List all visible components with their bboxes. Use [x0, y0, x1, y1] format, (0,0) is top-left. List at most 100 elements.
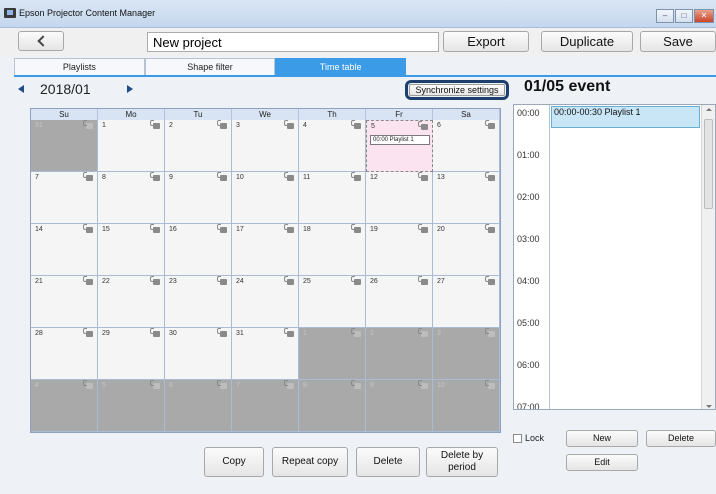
edit-event-button[interactable]: Edit — [566, 454, 638, 471]
calendar-day[interactable]: 8 — [98, 172, 165, 224]
lock-icon[interactable] — [485, 120, 495, 129]
duplicate-button[interactable]: Duplicate — [541, 31, 633, 52]
copy-button[interactable]: Copy — [204, 447, 264, 477]
delete-event-button[interactable]: Delete — [646, 430, 716, 447]
calendar-day[interactable]: 11 — [299, 172, 366, 224]
delete-by-period-button[interactable]: Delete by period — [426, 447, 498, 477]
calendar-day[interactable]: 5 00:00 Playlist 1 — [366, 120, 433, 172]
lock-icon[interactable] — [150, 276, 160, 285]
lock-icon[interactable] — [217, 224, 227, 233]
scroll-down-icon[interactable] — [706, 405, 712, 408]
calendar-day[interactable]: 7 — [31, 172, 98, 224]
synchronize-settings-button[interactable]: Synchronize settings — [409, 84, 505, 96]
next-month-icon[interactable] — [127, 85, 133, 93]
calendar-day[interactable]: 1 — [299, 328, 366, 380]
lock-icon[interactable] — [83, 224, 93, 233]
new-event-button[interactable]: New — [566, 430, 638, 447]
lock-icon[interactable] — [83, 276, 93, 285]
lock-icon[interactable] — [485, 172, 495, 181]
calendar-day[interactable]: 8 — [299, 380, 366, 432]
schedule-area[interactable]: 00:00-00:30 Playlist 1 — [550, 105, 702, 409]
lock-icon[interactable] — [284, 328, 294, 337]
minimize-icon[interactable]: – — [656, 9, 674, 23]
lock-icon[interactable] — [485, 328, 495, 337]
lock-icon[interactable] — [150, 380, 160, 389]
lock-icon[interactable] — [217, 172, 227, 181]
lock-icon[interactable] — [485, 276, 495, 285]
calendar-day[interactable]: 7 — [232, 380, 299, 432]
lock-icon[interactable] — [284, 120, 294, 129]
calendar-day[interactable]: 16 — [165, 224, 232, 276]
calendar-day[interactable]: 25 — [299, 276, 366, 328]
tab-playlists[interactable]: Playlists — [14, 58, 145, 75]
lock-icon[interactable] — [418, 276, 428, 285]
lock-icon[interactable] — [485, 380, 495, 389]
lock-icon[interactable] — [351, 172, 361, 181]
lock-icon[interactable] — [351, 328, 361, 337]
lock-icon[interactable] — [284, 172, 294, 181]
save-button[interactable]: Save — [640, 31, 716, 52]
lock-icon[interactable] — [418, 172, 428, 181]
scroll-up-icon[interactable] — [706, 108, 712, 111]
lock-icon[interactable] — [83, 328, 93, 337]
calendar-day[interactable]: 10 — [232, 172, 299, 224]
maximize-icon[interactable]: □ — [675, 9, 693, 23]
calendar-day[interactable]: 10 — [433, 380, 500, 432]
calendar-day[interactable]: 23 — [165, 276, 232, 328]
calendar-day[interactable]: 9 — [165, 172, 232, 224]
calendar-day[interactable]: 19 — [366, 224, 433, 276]
calendar-day[interactable]: 3 — [232, 120, 299, 172]
lock-icon[interactable] — [351, 224, 361, 233]
lock-icon[interactable] — [284, 224, 294, 233]
calendar-day[interactable]: 26 — [366, 276, 433, 328]
calendar-day[interactable]: 18 — [299, 224, 366, 276]
calendar-day[interactable]: 2 — [366, 328, 433, 380]
lock-icon[interactable] — [351, 380, 361, 389]
calendar-day[interactable]: 20 — [433, 224, 500, 276]
calendar-day[interactable]: 17 — [232, 224, 299, 276]
lock-icon[interactable] — [418, 224, 428, 233]
lock-icon[interactable] — [217, 276, 227, 285]
calendar-day[interactable]: 29 — [98, 328, 165, 380]
delete-button[interactable]: Delete — [356, 447, 420, 477]
prev-month-icon[interactable] — [18, 85, 24, 93]
calendar-day[interactable]: 6 — [433, 120, 500, 172]
calendar-day[interactable]: 24 — [232, 276, 299, 328]
schedule-item[interactable]: 00:00-00:30 Playlist 1 — [551, 106, 700, 128]
lock-icon[interactable] — [418, 380, 428, 389]
lock-icon[interactable] — [351, 276, 361, 285]
event-chip[interactable]: 00:00 Playlist 1 — [370, 135, 430, 145]
lock-icon[interactable] — [83, 120, 93, 129]
lock-icon[interactable] — [150, 328, 160, 337]
close-icon[interactable]: ✕ — [694, 9, 714, 23]
calendar-day[interactable]: 30 — [165, 328, 232, 380]
calendar-day[interactable]: 9 — [366, 380, 433, 432]
lock-icon[interactable] — [217, 380, 227, 389]
lock-icon[interactable] — [351, 120, 361, 129]
lock-icon[interactable] — [83, 380, 93, 389]
lock-icon[interactable] — [83, 172, 93, 181]
lock-icon[interactable] — [217, 328, 227, 337]
calendar-day[interactable]: 5 — [98, 380, 165, 432]
lock-icon[interactable] — [217, 120, 227, 129]
lock-icon[interactable] — [150, 120, 160, 129]
export-button[interactable]: Export — [443, 31, 529, 52]
tab-shape-filter[interactable]: Shape filter — [144, 58, 276, 75]
calendar-day[interactable]: 21 — [31, 276, 98, 328]
lock-icon[interactable] — [418, 121, 428, 130]
calendar-day[interactable]: 28 — [31, 328, 98, 380]
scroll-thumb[interactable] — [704, 119, 713, 209]
calendar-day[interactable]: 4 — [299, 120, 366, 172]
calendar-day[interactable]: 27 — [433, 276, 500, 328]
repeat-copy-button[interactable]: Repeat copy — [272, 447, 348, 477]
calendar-day[interactable]: 4 — [31, 380, 98, 432]
lock-icon[interactable] — [418, 328, 428, 337]
calendar-day[interactable]: 22 — [98, 276, 165, 328]
lock-icon[interactable] — [150, 224, 160, 233]
calendar-day[interactable]: 31 — [31, 120, 98, 172]
tab-time-table[interactable]: Time table — [275, 58, 407, 75]
lock-checkbox[interactable] — [513, 434, 522, 443]
calendar-day[interactable]: 14 — [31, 224, 98, 276]
timeline-scrollbar[interactable] — [701, 105, 715, 409]
lock-icon[interactable] — [150, 172, 160, 181]
